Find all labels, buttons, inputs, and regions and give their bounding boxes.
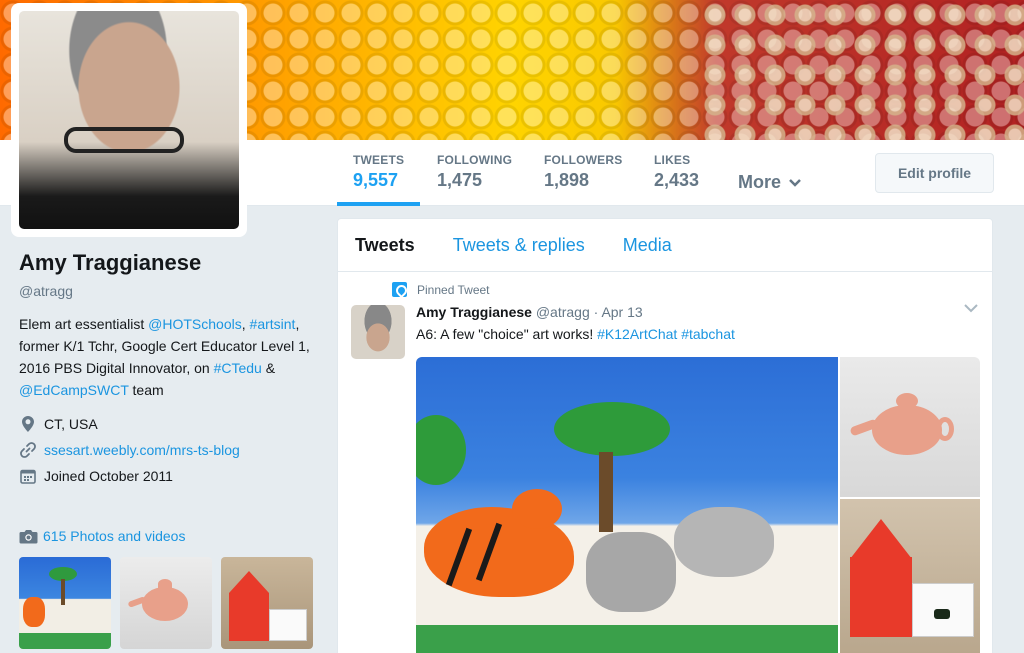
stat-label: LIKES (654, 153, 691, 167)
banner-pattern-rings (700, 0, 1024, 140)
timeline-card: Tweets Tweets & replies Media Pinned Twe… (337, 218, 993, 653)
bio-text: team (128, 382, 164, 398)
bio-hashtag-artsint[interactable]: #artsint (250, 316, 296, 332)
more-label: More (738, 172, 782, 192)
bio-text: , (241, 316, 250, 332)
location-text: CT, USA (44, 416, 98, 432)
stat-label: FOLLOWING (437, 153, 513, 167)
stat-likes[interactable]: LIKES 2,433 (654, 140, 699, 206)
stat-followers[interactable]: FOLLOWERS 1,898 (544, 140, 622, 206)
photos-videos-label: 615 Photos and videos (43, 528, 186, 544)
tweet-header: Amy Traggianese @atragg · Apr 13 (416, 304, 643, 320)
tweet-date[interactable]: Apr 13 (601, 304, 642, 320)
profile-handle[interactable]: @atragg (19, 283, 319, 299)
bio-text: & (261, 360, 276, 376)
bio-hashtag-ctedu[interactable]: #CTedu (214, 360, 262, 376)
avatar-glasses-detail (64, 127, 184, 153)
timeline-tabs: Tweets Tweets & replies Media (338, 219, 992, 272)
avatar-photo (19, 11, 239, 229)
bio-mention-hotschools[interactable]: @HOTSchools (148, 316, 242, 332)
tweet-media-side (840, 357, 980, 653)
profile-bio: Elem art essentialist @HOTSchools, #arts… (19, 313, 319, 401)
profile-location: CT, USA (19, 411, 319, 437)
tweet-media-grid (416, 357, 980, 653)
website-link[interactable]: ssesart.weebly.com/mrs-ts-blog (44, 442, 240, 458)
thumbnail-house[interactable] (221, 557, 313, 649)
bio-mention-edcampswct[interactable]: @EdCampSWCT (19, 382, 129, 398)
profile-meta: CT, USA ssesart.weebly.com/mrs-ts-blog J… (19, 411, 319, 489)
more-menu-button[interactable]: More (738, 172, 802, 193)
thumbnail-teapot[interactable] (120, 557, 212, 649)
tweet-author-handle[interactable]: @atragg (536, 304, 590, 320)
pinned-text: Pinned Tweet (417, 282, 490, 297)
bio-text: Elem art essentialist (19, 316, 149, 332)
tweet-author-name[interactable]: Amy Traggianese (416, 304, 532, 320)
link-icon (19, 441, 37, 459)
stat-value: 2,433 (654, 170, 700, 190)
tweet-photo-teapot[interactable] (840, 357, 980, 497)
tab-tweets[interactable]: Tweets (355, 235, 415, 256)
camera-icon (19, 529, 38, 543)
joined-text: Joined October 2011 (44, 468, 173, 484)
tweet-body: A6: A few "choice" art works! (416, 326, 598, 342)
pin-icon (392, 282, 407, 297)
stat-value: 1,898 (544, 170, 590, 190)
stat-value: 9,557 (353, 170, 399, 190)
hashtag-tabchat[interactable]: #tabchat (681, 326, 735, 342)
photos-videos-link[interactable]: 615 Photos and videos (19, 528, 185, 544)
map-pin-icon (19, 415, 37, 433)
stat-label: TWEETS (353, 153, 405, 167)
tab-media[interactable]: Media (623, 235, 672, 256)
pinned-tweet-label: Pinned Tweet (392, 282, 490, 297)
profile-card: Amy Traggianese @atragg Elem art essenti… (19, 250, 319, 489)
profile-name[interactable]: Amy Traggianese (19, 250, 319, 276)
photo-thumbnails (19, 557, 313, 649)
stat-following[interactable]: FOLLOWING 1,475 (437, 140, 512, 206)
chevron-down-icon[interactable] (964, 303, 978, 313)
tab-tweets-replies[interactable]: Tweets & replies (453, 235, 585, 256)
calendar-icon (19, 467, 37, 485)
stat-value: 1,475 (437, 170, 483, 190)
tweet-photo-painting[interactable] (416, 357, 838, 653)
stat-tweets[interactable]: TWEETS 9,557 (336, 140, 421, 206)
tweet-photo-house[interactable] (840, 499, 980, 653)
edit-profile-button[interactable]: Edit profile (875, 153, 994, 193)
tweet-text: A6: A few "choice" art works! #K12ArtCha… (416, 326, 735, 342)
chevron-down-icon (789, 179, 801, 187)
tweet-separator: · (593, 304, 599, 320)
hashtag-k12artchat[interactable]: #K12ArtChat (597, 326, 677, 342)
stat-label: FOLLOWERS (544, 153, 623, 167)
profile-avatar[interactable] (11, 3, 247, 237)
thumbnail-painting[interactable] (19, 557, 111, 649)
tweet-avatar[interactable] (351, 305, 405, 359)
profile-joined: Joined October 2011 (19, 463, 319, 489)
profile-website: ssesart.weebly.com/mrs-ts-blog (19, 437, 319, 463)
